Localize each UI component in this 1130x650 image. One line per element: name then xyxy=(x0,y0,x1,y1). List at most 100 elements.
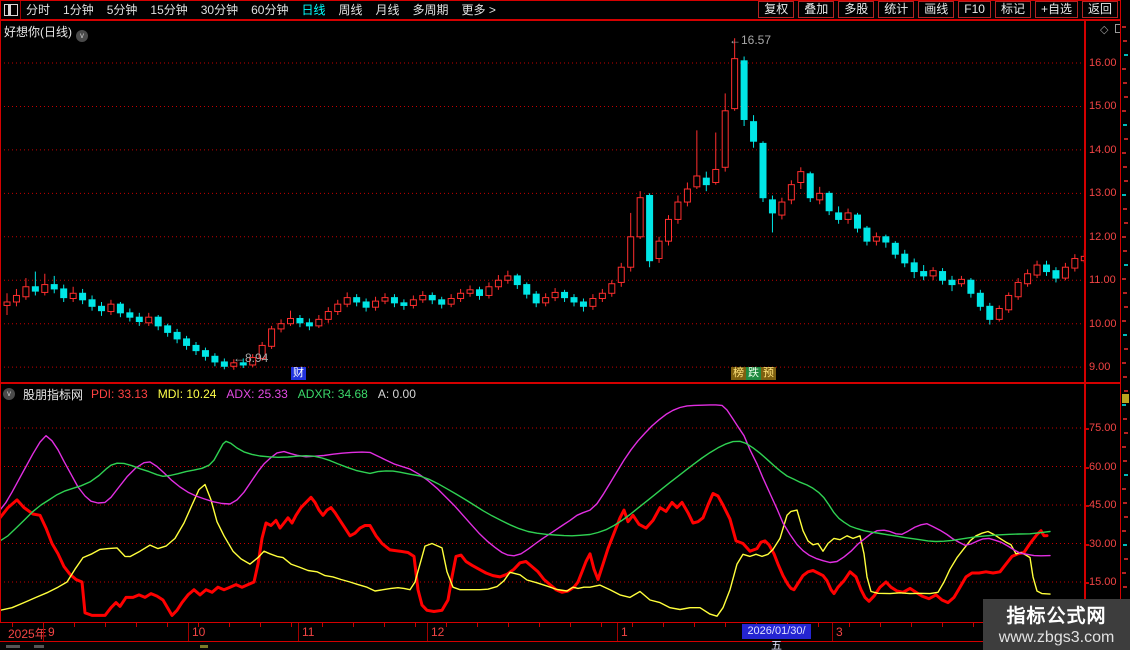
top-menu-bar: 分时 1分钟 5分钟 15分钟 30分钟 60分钟日线周线月线多周期更多 > 复权叠加多股… xyxy=(0,0,1130,21)
tool-button-F10[interactable]: F10 xyxy=(958,1,991,18)
indicator-axis-label: 30.00 xyxy=(1089,538,1123,550)
month-label-12[interactable]: 12 xyxy=(431,625,444,639)
week-tick xyxy=(477,623,478,627)
week-tick xyxy=(12,623,13,627)
indicator-axis-label: 75.00 xyxy=(1089,422,1123,434)
text-fragment xyxy=(6,645,20,648)
price-axis-label: 11.00 xyxy=(1089,274,1123,286)
tool-button-+自选[interactable]: +自选 xyxy=(1035,1,1078,18)
watermark-url: www.zbgs3.com xyxy=(983,629,1130,647)
mini-overview-strip[interactable] xyxy=(1121,0,1130,650)
watermark: 指标公式网 www.zbgs3.com xyxy=(983,599,1130,650)
mini-mark xyxy=(1123,166,1127,168)
menu-item-月线[interactable]: 月线 xyxy=(376,1,400,18)
mini-mark xyxy=(1123,292,1127,294)
menu-item-15分钟[interactable]: 15分钟 xyxy=(150,1,187,18)
month-label-1[interactable]: 1 xyxy=(621,625,628,639)
week-tick xyxy=(570,623,571,627)
mini-mark xyxy=(1124,432,1128,434)
mini-mark xyxy=(1122,446,1126,448)
diamond-icon[interactable]: ◇ xyxy=(1100,23,1108,36)
price-axis-label: 16.00 xyxy=(1089,57,1123,69)
mini-mark xyxy=(1122,68,1126,70)
mini-mark xyxy=(1122,278,1126,280)
event-badge-group[interactable]: 榜跌预 xyxy=(731,367,776,380)
week-tick xyxy=(384,623,385,627)
month-separator xyxy=(298,623,299,641)
left-frame-line xyxy=(0,0,1,650)
tool-button-标记[interactable]: 标记 xyxy=(995,1,1031,18)
week-tick xyxy=(911,623,912,627)
badge-char-榜[interactable]: 榜 xyxy=(731,367,746,380)
menu-item-周线[interactable]: 周线 xyxy=(338,1,362,18)
menu-item-多周期[interactable]: 多周期 xyxy=(413,1,449,18)
indicator-name[interactable]: 股朋指标网 xyxy=(23,386,83,403)
price-axis-label: 12.00 xyxy=(1089,231,1123,243)
mini-mark xyxy=(1122,488,1126,490)
week-tick xyxy=(508,623,509,627)
selected-date-highlight[interactable]: 2026/01/30/五 xyxy=(742,624,811,639)
indicator-value-PDI: PDI: 33.13 xyxy=(91,387,148,401)
event-badge-finance[interactable]: 财 xyxy=(291,367,306,380)
tool-button-多股[interactable]: 多股 xyxy=(838,1,874,18)
tool-button-复权[interactable]: 复权 xyxy=(758,1,794,18)
menu-item-更多 >[interactable]: 更多 > xyxy=(462,1,496,18)
badge-char-财[interactable]: 财 xyxy=(291,367,306,380)
badge-char-跌[interactable]: 跌 xyxy=(746,367,761,380)
indicator-value-MDI: MDI: 10.24 xyxy=(158,387,217,401)
mini-mark xyxy=(1123,82,1127,84)
candlestick-chart[interactable] xyxy=(0,20,1084,383)
badge-char-预[interactable]: 预 xyxy=(761,367,776,380)
mini-mark xyxy=(1123,334,1127,336)
indicator-value-ADX: ADX: 25.33 xyxy=(226,387,287,401)
tool-button-统计[interactable]: 统计 xyxy=(878,1,914,18)
week-tick xyxy=(167,623,168,627)
mini-mark xyxy=(1123,460,1127,462)
mini-mark xyxy=(1122,26,1126,28)
date-axis[interactable]: 2025年 2026/01/30/五 910111213 xyxy=(0,623,1120,641)
menu-item-分时[interactable]: 分时 xyxy=(26,1,50,18)
menu-item-60分钟[interactable]: 60分钟 xyxy=(251,1,288,18)
axis-border-line xyxy=(1084,20,1086,642)
month-label-9[interactable]: 9 xyxy=(48,625,55,639)
mini-mark xyxy=(1124,390,1128,392)
month-label-10[interactable]: 10 xyxy=(192,625,205,639)
menu-item-30分钟[interactable]: 30分钟 xyxy=(201,1,238,18)
text-fragment xyxy=(200,645,208,648)
low-price-annotation: ←8.94 xyxy=(233,351,268,365)
week-tick xyxy=(973,623,974,627)
week-tick xyxy=(415,623,416,627)
week-tick xyxy=(539,623,540,627)
week-tick xyxy=(849,623,850,627)
week-tick xyxy=(818,623,819,627)
mini-mark xyxy=(1122,320,1126,322)
month-label-3[interactable]: 3 xyxy=(836,625,843,639)
indicator-axis-label: 15.00 xyxy=(1089,576,1123,588)
week-tick xyxy=(322,623,323,627)
chevron-down-icon[interactable]: v xyxy=(3,388,15,400)
indicator-value-ADXR: ADXR: 34.68 xyxy=(298,387,368,401)
mini-mark xyxy=(1124,516,1128,518)
indicator-header: v 股朋指标网 PDI: 33.13 MDI: 10.24 ADX: 25.33 AD… xyxy=(0,385,1087,403)
tool-button-返回[interactable]: 返回 xyxy=(1082,1,1118,18)
mini-mark xyxy=(1123,418,1127,420)
week-tick xyxy=(291,623,292,627)
week-tick xyxy=(694,623,695,627)
mini-mark xyxy=(1123,586,1127,588)
menu-item-日线[interactable]: 日线 xyxy=(301,1,325,18)
dmi-indicator-chart[interactable] xyxy=(0,403,1084,622)
month-label-11[interactable]: 11 xyxy=(302,625,314,639)
tool-button-画线[interactable]: 画线 xyxy=(918,1,954,18)
pane-divider[interactable] xyxy=(0,382,1120,384)
mini-mark xyxy=(1123,544,1127,546)
mini-mark xyxy=(1123,502,1127,504)
layout-split-icon[interactable] xyxy=(4,4,18,16)
menu-divider xyxy=(20,0,21,19)
tool-button-叠加[interactable]: 叠加 xyxy=(798,1,834,18)
mini-mark xyxy=(1123,376,1127,378)
mini-mark xyxy=(1123,208,1127,210)
menu-item-1分钟[interactable]: 1分钟 xyxy=(63,1,94,18)
indicator-value-A: A: 0.00 xyxy=(378,387,416,401)
week-tick xyxy=(446,623,447,627)
menu-item-5分钟[interactable]: 5分钟 xyxy=(107,1,138,18)
